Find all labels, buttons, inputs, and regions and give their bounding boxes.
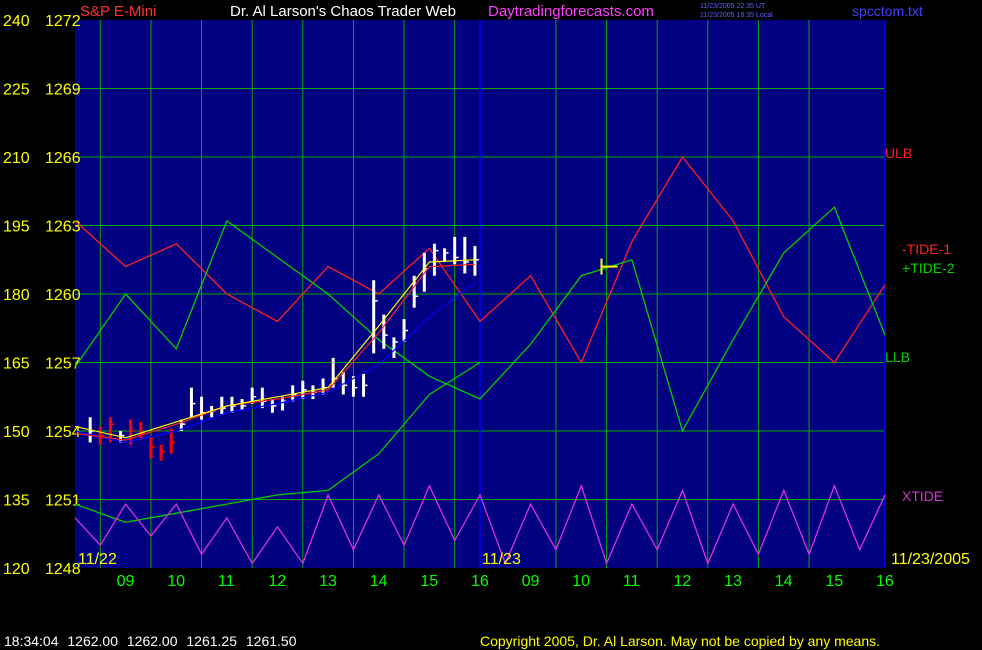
symbol-label: S&P E-Mini [80,3,156,20]
chaos-trader-chart: 240 225 210 195 180 165 150 135 120 1272 1269 1266 1… [3,3,970,590]
y-tick-price: 1269 [45,82,81,99]
x-tick-hour: 12 [674,573,692,590]
quote-line: 18:34:04 1262.00 1262.00 1261.25 1261.50 [4,633,302,649]
quote-low: 1261.25 [186,633,237,649]
label-tide2: +TIDE-2 [902,260,955,276]
quote-close: 1261.50 [245,633,297,649]
y-tick-price: 1251 [45,493,81,510]
quote-high: 1262.00 [126,633,178,649]
date-label: 11/23 [482,551,521,568]
y-tick-oscillator: 210 [3,150,30,167]
copyright-notice: Copyright 2005, Dr. Al Larson. May not b… [480,633,881,649]
y-axis-labels: 240 225 210 195 180 165 150 135 120 1272 1269 1266 1… [3,13,81,578]
y-tick-price: 1272 [45,13,81,30]
y-tick-price: 1260 [45,287,81,304]
chart-title: Dr. Al Larson's Chaos Trader Web [230,3,456,20]
y-tick-oscillator: 150 [3,424,30,441]
y-tick-oscillator: 120 [3,561,30,578]
x-tick-hour: 10 [572,573,590,590]
x-tick-hour: 11 [218,573,235,590]
x-tick-hour: 15 [825,573,843,590]
stamp-local: 11/23/2005 18:35 Local [700,12,773,19]
label-llb: LLB [885,349,910,365]
y-tick-price: 1257 [45,356,81,373]
site-link[interactable]: Daytradingforecasts.com [488,3,654,20]
y-tick-oscillator: 240 [3,13,30,30]
x-tick-hour: 13 [724,573,742,590]
x-tick-hour: 16 [471,573,489,590]
quote-open: 1262.00 [67,633,118,649]
y-tick-price: 1266 [45,150,81,167]
x-tick-hour: 09 [117,573,135,590]
y-tick-oscillator: 165 [3,356,30,373]
stamp-utc: 11/23/2005 22:35 UT [700,3,766,10]
x-axis-labels: 09 10 11 12 13 14 15 16 09 10 11 12 13 14 15 16 [117,573,894,590]
x-tick-hour: 12 [269,573,287,590]
y-tick-price: 1248 [45,561,81,578]
label-ulb: ULB [885,145,912,161]
label-xtide: XTIDE [902,488,943,504]
date-label: 11/23/2005 [891,551,970,568]
y-tick-oscillator: 225 [3,82,30,99]
source-filename: spcctom.txt [852,3,923,19]
x-tick-hour: 09 [522,573,540,590]
y-tick-oscillator: 195 [3,219,30,236]
x-tick-hour: 13 [319,573,337,590]
label-tide1: -TIDE-1 [902,241,951,257]
x-tick-hour: 11 [623,573,640,590]
y-tick-oscillator: 180 [3,287,30,304]
x-tick-hour: 10 [167,573,185,590]
x-tick-hour: 14 [370,573,388,590]
quote-time: 18:34:04 [4,633,59,649]
x-tick-hour: 16 [876,573,894,590]
y-tick-oscillator: 135 [3,493,30,510]
x-tick-hour: 14 [775,573,793,590]
date-label: 11/22 [78,551,117,568]
x-tick-hour: 15 [420,573,438,590]
series-labels: ULB -TIDE-1 +TIDE-2 LLB XTIDE [885,145,955,504]
